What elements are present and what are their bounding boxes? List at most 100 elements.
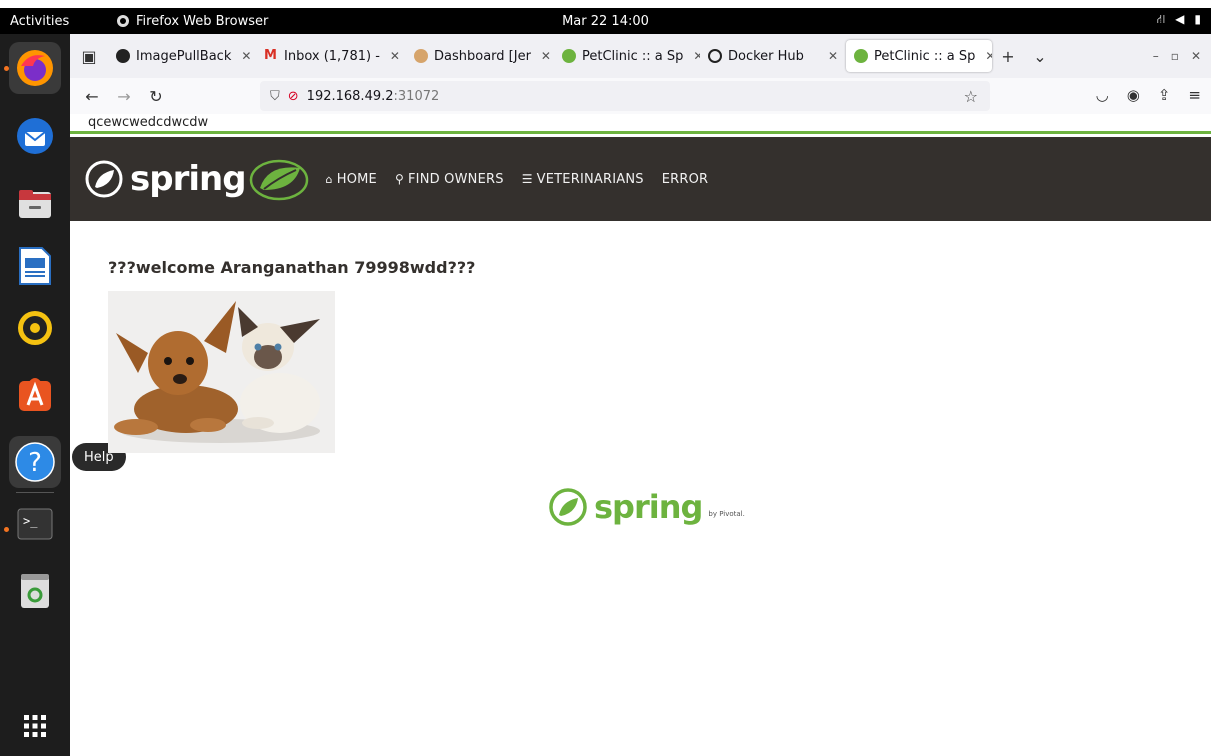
dock-terminal[interactable]: >_ [9, 498, 61, 550]
dock-separator [16, 492, 54, 493]
github-icon [116, 49, 130, 63]
files-icon [19, 190, 51, 218]
bookmark-star-icon[interactable]: ☆ [964, 87, 978, 106]
url-host: 192.168.49.2 [306, 88, 394, 104]
minimize-icon[interactable]: – [1153, 49, 1159, 63]
dock-firefox[interactable] [9, 42, 61, 94]
footer-spring-logo: spring by Pivotal. [548, 487, 745, 527]
spring-logo-icon [549, 488, 587, 526]
terminal-icon: >_ [17, 508, 53, 540]
dock: ? >_ [0, 34, 70, 756]
brand-text: spring [130, 159, 247, 199]
close-tab-icon[interactable]: ✕ [693, 49, 700, 63]
tab-petclinic-active[interactable]: PetClinic :: a Sp ✕ [846, 40, 992, 72]
insecure-lock-icon[interactable]: ⊘ [288, 89, 299, 104]
welcome-heading: ???welcome Aranganathan 79998wdd??? [108, 258, 476, 277]
dock-trash[interactable] [9, 564, 61, 616]
firefox-view-icon: ▣ [81, 46, 97, 66]
new-tab-button[interactable]: + [992, 47, 1024, 66]
tab-label: PetClinic :: a Sp [582, 48, 684, 64]
close-tab-icon[interactable]: ✕ [828, 49, 838, 63]
tab-label: Inbox (1,781) - [284, 48, 380, 64]
nav-find-owners[interactable]: ⚲ FIND OWNERS [395, 172, 504, 187]
svg-text:>_: >_ [23, 514, 38, 528]
spring-icon [854, 49, 868, 63]
list-tabs-button[interactable]: ⌄ [1024, 47, 1056, 66]
search-icon: ⚲ [394, 172, 404, 186]
system-tray[interactable]: ⛙ ◀ ▮ [1157, 12, 1201, 28]
close-tab-icon[interactable]: ✕ [541, 49, 551, 63]
firefox-icon [17, 50, 53, 86]
plus-icon: + [1001, 46, 1015, 66]
tab-label: Dashboard [Jer [434, 48, 531, 64]
firefox-app-icon [117, 15, 129, 27]
share-icon[interactable]: ⇪ [1158, 86, 1171, 104]
arrow-left-icon: ← [85, 86, 99, 106]
trash-icon [21, 574, 49, 608]
dock-files[interactable] [9, 178, 61, 230]
account-icon[interactable]: ◉ [1127, 86, 1140, 104]
help-icon: ? [15, 442, 55, 482]
close-tab-icon[interactable]: ✕ [985, 49, 992, 63]
pocket-icon[interactable]: ◡ [1096, 86, 1109, 104]
maximize-icon[interactable]: ▫ [1171, 49, 1179, 63]
pets-image [108, 291, 335, 453]
writer-icon [19, 247, 51, 285]
tab-label: PetClinic :: a Sp [874, 48, 976, 64]
reload-icon: ↻ [149, 86, 163, 106]
thunderbird-icon [17, 118, 53, 154]
url-bar[interactable]: ⛉ ⊘ 192.168.49.2:31072 ☆ [260, 81, 990, 111]
petclinic-navbar: spring ⌂ HOME ⚲ FIND OWNERS ☰ VETERINARI… [70, 137, 1211, 221]
tab-petclinic-1[interactable]: PetClinic :: a Sp ✕ [554, 40, 700, 72]
activities-button[interactable]: Activities [0, 14, 102, 29]
shield-icon[interactable]: ⛉ [270, 89, 280, 104]
back-button[interactable]: ← [76, 87, 108, 106]
spring-icon [562, 49, 576, 63]
tab-inbox[interactable]: M Inbox (1,781) - ✕ [256, 40, 406, 72]
tab-dashboard[interactable]: Dashboard [Jer ✕ [406, 40, 554, 72]
tab-strip: ▣ ImagePullBack ✕ M Inbox (1,781) - ✕ Da… [70, 34, 1211, 78]
svg-text:?: ? [28, 448, 42, 478]
app-name: Firefox Web Browser [136, 13, 269, 29]
app-menu[interactable]: Firefox Web Browser [116, 14, 268, 29]
puppy-kitten-illustration [114, 301, 320, 443]
close-tab-icon[interactable]: ✕ [390, 49, 400, 63]
nav-label: FIND OWNERS [407, 171, 504, 187]
dock-rhythmbox[interactable] [9, 302, 61, 354]
nav-label: ERROR [661, 171, 709, 187]
spring-logo[interactable]: spring [84, 156, 312, 202]
close-tab-icon[interactable]: ✕ [241, 49, 251, 63]
dock-app-center[interactable] [9, 368, 61, 420]
dock-writer[interactable] [9, 240, 61, 292]
list-icon: ☰ [521, 172, 533, 186]
system-top-bar: Activities Firefox Web Browser Mar 22 14… [0, 8, 1211, 34]
close-window-icon[interactable]: ✕ [1191, 49, 1201, 63]
tab-label: ImagePullBack [136, 48, 232, 64]
nav-error[interactable]: ERROR [662, 172, 709, 187]
show-apps-icon [24, 715, 46, 737]
footer-by-pivotal: by Pivotal. [708, 510, 745, 518]
tab-docker-hub[interactable]: Docker Hub ✕ [700, 40, 846, 72]
petclinic-leaf-icon [249, 159, 308, 201]
chevron-down-icon: ⌄ [1033, 46, 1047, 66]
dock-help[interactable]: ? [9, 436, 61, 488]
battery-icon: ▮ [1194, 12, 1201, 26]
banner-text: qcewcwedcdwcdw [70, 114, 1211, 134]
spring-logo-icon [85, 160, 123, 198]
hamburger-menu-icon[interactable]: ≡ [1188, 86, 1201, 104]
nav-veterinarians[interactable]: ☰ VETERINARIANS [522, 172, 644, 187]
navigation-toolbar: ← → ↻ ⛉ ⊘ 192.168.49.2:31072 ☆ ◡ ◉ ⇪ ≡ [70, 78, 1211, 114]
network-icon: ⛙ [1156, 12, 1166, 26]
url-text: 192.168.49.2:31072 [307, 89, 440, 104]
footer-brand-text: spring [594, 488, 703, 526]
tab-imagepullback[interactable]: ImagePullBack ✕ [108, 40, 256, 72]
dock-show-apps[interactable] [9, 700, 61, 752]
dock-thunderbird[interactable] [9, 110, 61, 162]
tab-overview-button[interactable]: ▣ [70, 47, 108, 66]
home-icon: ⌂ [325, 172, 333, 186]
nav-home[interactable]: ⌂ HOME [326, 172, 377, 187]
reload-button[interactable]: ↻ [140, 87, 172, 106]
nav-label: VETERINARIANS [536, 171, 644, 187]
arrow-right-icon: → [117, 86, 131, 106]
forward-button[interactable]: → [108, 87, 140, 106]
